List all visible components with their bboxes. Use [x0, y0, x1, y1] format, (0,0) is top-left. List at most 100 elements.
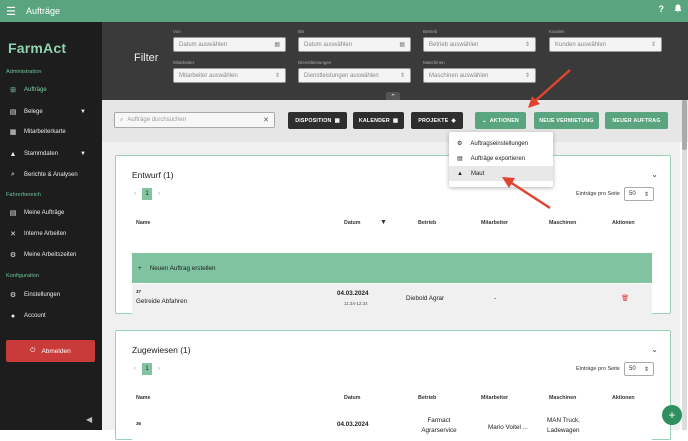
kalender-button[interactable]: KALENDER ▦ — [353, 112, 404, 129]
sidebar-item-berichte[interactable]: ⌕ Berichte & Analysen — [0, 166, 102, 184]
search-icon: ⌕ — [120, 116, 124, 123]
bis-date-field[interactable]: Datum auswählen ▦ — [298, 37, 411, 52]
scrollbar[interactable] — [682, 100, 687, 430]
table-row[interactable]: 36 04.03.2024 Farmact Agrarservice Mario… — [132, 411, 652, 441]
betrieb-select[interactable]: Betrieb auswählen ⇕ — [423, 37, 536, 52]
next-page-icon[interactable]: › — [158, 366, 160, 372]
export-icon: ▤ — [457, 156, 463, 162]
sidebar-item-label: Meine Aufträge — [24, 210, 65, 216]
delete-icon[interactable]: 🗑 — [621, 294, 629, 302]
hierarchy-icon: ▲ — [9, 150, 17, 158]
sidebar-item-meine-auftraege[interactable]: ▤ Meine Aufträge — [0, 204, 102, 222]
logout-button[interactable]: ⏻ Abmelden — [6, 340, 95, 362]
filter-bis: Bis Datum auswählen ▦ — [298, 29, 411, 52]
calendar-icon: ▦ — [399, 42, 405, 48]
clear-icon[interactable]: ✕ — [263, 116, 269, 124]
page-number[interactable]: 1 — [142, 363, 152, 375]
pagination: ‹ 1 › — [134, 188, 160, 200]
per-page-select[interactable]: 50 ⇕ — [624, 362, 654, 376]
gear-icon: ⚙ — [457, 141, 463, 147]
new-order-row[interactable]: + Neuen Auftrag erstellen — [132, 253, 652, 283]
top-app-bar: ☰ Aufträge ? — [0, 0, 688, 22]
sidebar-item-label: Mitarbeiterkarte — [24, 129, 66, 135]
sort-desc-icon[interactable]: ▼ — [380, 219, 387, 226]
von-date-field[interactable]: Datum auswählen ▦ — [173, 37, 286, 52]
menu-item-auftraege-exportieren[interactable]: ▤ Aufträge exportieren — [449, 151, 553, 166]
road-icon: ▲ — [457, 170, 463, 177]
scrollbar-thumb[interactable] — [682, 100, 687, 150]
help-icon[interactable]: ? — [659, 4, 665, 15]
add-fab-button[interactable]: + — [662, 405, 682, 425]
power-icon: ⏻ — [30, 347, 36, 354]
section-konfiguration: Konfiguration — [6, 273, 39, 279]
sidebar-item-account[interactable]: ● Account — [0, 307, 102, 325]
dienstleistungen-select[interactable]: Dienstleistungen auswählen ⇕ — [298, 68, 411, 83]
sidebar-item-label: Meine Arbeitszeiten — [24, 252, 77, 258]
neuer-auftrag-button[interactable]: NEUER AUFTRAG — [605, 112, 668, 129]
menu-icon[interactable]: ☰ — [0, 5, 22, 18]
card-title: Zugewiesen (1) — [132, 345, 191, 355]
per-page-control: Einträge pro Seite 50 ⇕ — [576, 362, 654, 376]
search-input[interactable]: ⌕ Aufträge durchsuchen ✕ — [114, 112, 275, 128]
sidebar-item-meine-arbeitszeiten[interactable]: ⚙ Meine Arbeitszeiten — [0, 246, 102, 264]
chevron-down-icon[interactable]: ⌄ — [651, 345, 658, 354]
kunden-select[interactable]: Kunden auswählen ⇕ — [549, 37, 662, 52]
table-row[interactable]: 37 Getreide Abfahren 04.03.2024 11:34-12… — [132, 284, 652, 314]
app-logo: FarmAct — [8, 40, 67, 56]
filter-kunden: Kunden Kunden auswählen ⇕ — [549, 29, 662, 52]
toolbar: ⌕ Aufträge durchsuchen ✕ DISPOSITION ▦ KA… — [102, 100, 688, 142]
next-page-icon[interactable]: › — [158, 191, 160, 197]
sidebar-item-label: Account — [24, 313, 46, 319]
sidebar: FarmAct Administration ⊞ Aufträge ▤ Bele… — [0, 22, 102, 430]
section-administration: Administration — [6, 69, 42, 75]
projekte-button[interactable]: PROJEKTE ◈ — [411, 112, 463, 129]
grid-icon: ▦ — [334, 117, 340, 124]
filter-mitarbeiter: Mitarbeiter Mitarbeiter auswählen ⇕ — [173, 60, 286, 83]
aktionen-button[interactable]: ⌄ AKTIONEN — [475, 112, 526, 129]
filter-dienstleistungen: Dienstleistungen Dienstleistungen auswäh… — [298, 60, 411, 83]
user-clock-icon: ⚙ — [9, 252, 17, 259]
annotation-arrow-aktionen — [528, 69, 571, 108]
menu-item-auftragseinstellungen[interactable]: ⚙ Auftragseinstellungen — [449, 136, 553, 151]
chevron-down-icon: ▼ — [80, 151, 86, 157]
mitarbeiter-select[interactable]: Mitarbeiter auswählen ⇕ — [173, 68, 286, 83]
calendar-icon: ▦ — [392, 117, 399, 124]
per-page-select[interactable]: 50 ⇕ — [624, 187, 654, 201]
content-area: Entwurf (1) ⌄ ‹ 1 › Einträge pro Seite 5… — [102, 142, 680, 441]
document-icon: ▤ — [9, 109, 17, 116]
filter-betrieb: Betrieb Betrieb auswählen ⇕ — [423, 29, 536, 52]
grid-icon: ⊞ — [10, 87, 16, 94]
gear-icon: ⚙ — [9, 292, 17, 299]
clipboard-icon: ▤ — [9, 210, 17, 217]
collapse-sidebar-icon[interactable]: ◀ — [86, 415, 92, 424]
sidebar-item-interne-arbeiten[interactable]: ✕ Interne Arbeiten — [0, 225, 102, 243]
sidebar-item-einstellungen[interactable]: ⚙ Einstellungen — [0, 286, 102, 304]
sidebar-item-stammdaten[interactable]: ▲ Stammdaten ▼ — [0, 145, 102, 163]
sidebar-item-label: Aufträge — [24, 87, 47, 93]
prev-page-icon[interactable]: ‹ — [134, 191, 136, 197]
sidebar-item-auftraege[interactable]: ⊞ Aufträge — [0, 81, 102, 99]
sidebar-item-label: Einstellungen — [24, 292, 61, 298]
table-header: Name Datum Betrieb Mitarbeiter Maschinen… — [136, 395, 635, 401]
plus-icon: + — [138, 264, 142, 272]
neue-vermietung-button[interactable]: NEUE VERMIETUNG — [534, 112, 599, 129]
chevron-updown-icon: ⇕ — [650, 42, 656, 48]
chevron-down-icon[interactable]: ⌄ — [651, 170, 658, 179]
notifications-icon[interactable] — [674, 4, 682, 15]
filter-title: Filter — [134, 52, 159, 64]
chevron-updown-icon: ⇕ — [274, 73, 280, 79]
filter-panel: Filter Von Datum auswählen ▦ Bis Datum au… — [102, 22, 688, 100]
prev-page-icon[interactable]: ‹ — [134, 366, 136, 372]
calendar-icon: ▦ — [274, 42, 280, 48]
card-title: Entwurf (1) — [132, 170, 174, 180]
sidebar-item-mitarbeiterkarte[interactable]: ▦ Mitarbeiterkarte — [0, 123, 102, 141]
tools-icon: ✕ — [10, 231, 16, 238]
page-number[interactable]: 1 — [142, 188, 152, 200]
sidebar-item-belege[interactable]: ▤ Belege ▼ — [0, 103, 102, 121]
chevron-down-icon: ⌄ — [482, 117, 487, 124]
table-header: Name Datum ▼ Betrieb Mitarbeiter Maschin… — [136, 219, 635, 226]
per-page-control: Einträge pro Seite 50 ⇕ — [576, 187, 654, 201]
account-icon: ● — [10, 312, 16, 320]
disposition-button[interactable]: DISPOSITION ▦ — [288, 112, 347, 129]
search-chart-icon: ⌕ — [11, 171, 15, 178]
